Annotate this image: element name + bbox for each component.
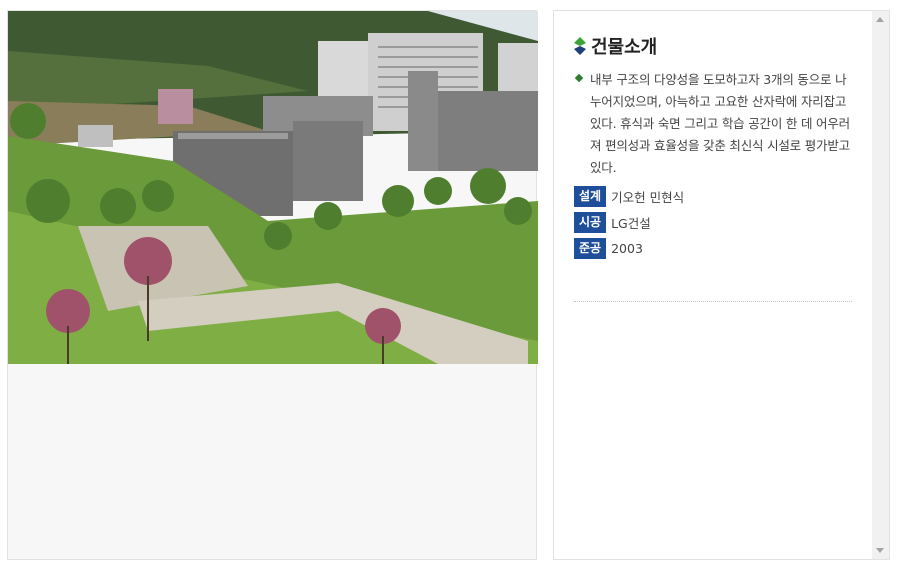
meta-label: 준공 xyxy=(574,238,607,259)
title-row: 건물소개 xyxy=(574,31,852,61)
description-text: 내부 구조의 다양성을 도모하고자 3개의 동으로 나누어지었으며, 아늑하고 … xyxy=(590,72,850,175)
meta-list: 설계 기오헌 민현식 시공 LG건설 준공 2003 xyxy=(574,185,852,260)
meta-value: 기오헌 민현식 xyxy=(611,190,685,205)
info-panel: 건물소개 내부 구조의 다양성을 도모하고자 3개의 동으로 나누어지었으며, … xyxy=(553,10,890,560)
meta-value: 2003 xyxy=(611,241,643,256)
meta-label: 설계 xyxy=(574,186,607,207)
divider xyxy=(574,301,852,302)
meta-value: LG건설 xyxy=(611,216,651,231)
meta-row-construction: 시공 LG건설 xyxy=(574,211,852,234)
diamond-bullet-icon xyxy=(574,73,584,83)
photo-panel xyxy=(7,10,538,560)
description-item: 내부 구조의 다양성을 도모하고자 3개의 동으로 나누어지었으며, 아늑하고 … xyxy=(574,69,852,179)
scroll-up-arrow-icon[interactable] xyxy=(876,17,884,22)
meta-label: 시공 xyxy=(574,212,607,233)
scroll-down-arrow-icon[interactable] xyxy=(876,548,884,553)
diamond-title-icon xyxy=(574,37,586,55)
meta-row-design: 설계 기오헌 민현식 xyxy=(574,185,852,208)
scrollbar[interactable] xyxy=(872,11,889,559)
building-photo xyxy=(8,11,538,364)
meta-row-completion: 준공 2003 xyxy=(574,237,852,260)
page-title: 건물소개 xyxy=(591,37,658,58)
building-info: 건물소개 내부 구조의 다양성을 도모하고자 3개의 동으로 나누어지었으며, … xyxy=(574,31,852,263)
